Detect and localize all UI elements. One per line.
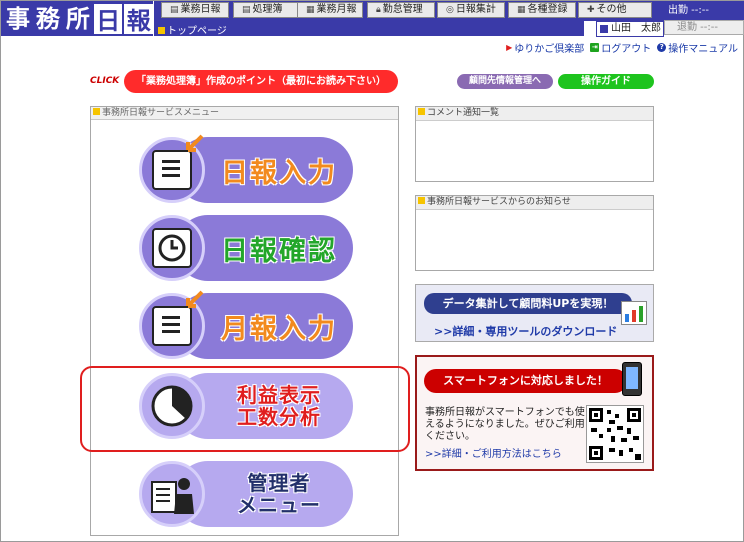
- link-label: ゆりかご倶楽部: [514, 44, 585, 55]
- clock-in-button[interactable]: 出勤 --:--: [654, 2, 742, 19]
- chart-icon: [621, 301, 647, 325]
- admin-user-icon: [151, 478, 194, 514]
- clock-out-label: 退勤 --:--: [677, 22, 718, 33]
- logout-link[interactable]: ⇥ ログアウト: [590, 40, 651, 55]
- panel-title: 事務所日報サービスメニュー: [102, 108, 220, 118]
- logo-char: 日: [93, 3, 123, 35]
- square-bullet-icon: [418, 197, 425, 204]
- menu-icon-circle: [139, 290, 205, 359]
- nav-monthly-report[interactable]: ▦ 業務月報: [297, 2, 363, 18]
- tally-icon: ◎: [446, 5, 454, 15]
- panel-header: 事務所日報サービスメニュー: [91, 107, 398, 120]
- logout-icon: ⇥: [590, 43, 600, 52]
- user-tab: 山田 太郎: [596, 21, 664, 37]
- user-icon: [600, 25, 608, 33]
- logo-char: 所: [65, 4, 90, 33]
- list-icon: ▤: [242, 5, 251, 15]
- menu-label-line2: メニュー: [237, 493, 321, 517]
- daily-report-input-button[interactable]: 日報入力: [139, 134, 353, 203]
- clock-icon: [152, 228, 192, 268]
- client-management-label: 顧問先情報管理へ: [468, 76, 541, 86]
- square-bullet-icon: [158, 27, 165, 34]
- data-banner-title: データ集計して顧問料UPを実現！: [424, 293, 632, 314]
- smartphone-banner: スマートフォンに対応しました！ 事務所日報がスマートフォンでも使えるようになりま…: [415, 355, 654, 471]
- nav-business-report[interactable]: ▤ 業務日報: [161, 2, 229, 18]
- smartphone-details-link[interactable]: >>詳細・ご利用方法はこちら: [425, 445, 562, 460]
- service-menu-panel: 事務所日報サービスメニュー 日報入力 日報確認 月報入力 利益表示 工数分析 管…: [90, 106, 399, 536]
- points-banner[interactable]: 「業務処理簿」作成のポイント（最初にお読み下さい）: [124, 70, 398, 93]
- qr-code-icon: [586, 405, 644, 463]
- nav-label: その他: [596, 4, 627, 15]
- comment-notification-panel: コメント通知一覧: [415, 106, 654, 182]
- daily-report-check-button[interactable]: 日報確認: [139, 215, 353, 281]
- client-management-button[interactable]: 顧問先情報管理へ: [457, 74, 553, 89]
- panel-title: コメント通知一覧: [427, 108, 500, 118]
- square-bullet-icon: [418, 108, 425, 115]
- clock-in-label: 出勤 --:--: [668, 5, 709, 16]
- smartphone-icon: [622, 362, 642, 396]
- nav-report-summary[interactable]: ◎ 日報集計: [437, 2, 505, 18]
- list-icon: ▤: [170, 5, 179, 15]
- logo-char: 務: [35, 4, 60, 33]
- nav-label: 業務日報: [180, 4, 221, 15]
- grid-icon: ▦: [517, 5, 526, 15]
- manual-link[interactable]: ? 操作マニュアル: [657, 40, 738, 55]
- arrow-icon: ▶: [506, 43, 513, 52]
- menu-label: 管理者 メニュー: [209, 461, 349, 527]
- square-bullet-icon: [93, 108, 100, 115]
- operation-guide-label: 操作ガイド: [581, 76, 631, 87]
- calendar-icon: ▦: [306, 5, 315, 15]
- smartphone-description: 事務所日報がスマートフォンでも使えるようになりました。ぜひご利用ください。: [425, 407, 585, 442]
- clock-out-button[interactable]: 退勤 --:--: [664, 20, 744, 35]
- tool-download-link[interactable]: >>詳細・専用ツールのダウンロード: [434, 323, 617, 339]
- utility-links: ▶ ゆりかご倶楽部 ⇥ ログアウト ? 操作マニュアル: [506, 40, 738, 55]
- logo-char: 報: [124, 3, 153, 35]
- nav-label: 各種登録: [527, 4, 568, 15]
- breadcrumb-label: トップページ: [167, 26, 227, 37]
- user-name: 山田 太郎: [611, 23, 661, 34]
- nav-process-book[interactable]: ▤ 処理簿: [233, 2, 301, 18]
- menu-icon-circle: [139, 215, 205, 281]
- nav-attendance[interactable]: 🔒︎ 勤怠管理: [367, 2, 435, 18]
- operation-guide-button[interactable]: 操作ガイド: [558, 74, 654, 89]
- nav-label: 日報集計: [455, 4, 496, 15]
- highlight-outline: [80, 366, 410, 452]
- nav-label: 勤怠管理: [382, 4, 423, 15]
- menu-label: 日報入力: [221, 157, 337, 189]
- menu-icon-circle: [139, 461, 205, 527]
- nav-label: 業務月報: [316, 4, 357, 15]
- click-tag: CLICK: [90, 76, 120, 86]
- panel-header: コメント通知一覧: [416, 107, 653, 121]
- app-logo[interactable]: 事 務 所 日 報: [1, 1, 153, 36]
- link-label: ログアウト: [601, 44, 652, 55]
- nav-registration[interactable]: ▦ 各種登録: [508, 2, 576, 18]
- panel-header: 事務所日報サービスからのお知らせ: [416, 196, 653, 210]
- plus-icon: ✚: [587, 5, 595, 15]
- nav-other[interactable]: ✚ その他: [578, 2, 652, 18]
- help-icon: ?: [657, 43, 667, 52]
- menu-icon-circle: [139, 134, 205, 203]
- points-label: 「業務処理簿」作成のポイント（最初にお読み下さい）: [136, 76, 386, 87]
- breadcrumb: トップページ: [158, 22, 227, 37]
- monthly-report-input-button[interactable]: 月報入力: [139, 290, 353, 359]
- nav-label: 処理簿: [252, 4, 283, 15]
- panel-title: 事務所日報サービスからのお知らせ: [427, 197, 571, 207]
- logo-char: 事: [5, 4, 30, 33]
- service-notice-panel: 事務所日報サービスからのお知らせ: [415, 195, 654, 271]
- cradle-club-link[interactable]: ▶ ゆりかご倶楽部: [506, 40, 584, 55]
- menu-label-line1: 管理者: [247, 471, 311, 495]
- link-label: 操作マニュアル: [668, 44, 738, 55]
- lock-icon: 🔒︎: [376, 5, 381, 15]
- data-aggregation-banner[interactable]: データ集計して顧問料UPを実現！ >>詳細・専用ツールのダウンロード: [415, 284, 654, 342]
- smartphone-banner-title: スマートフォンに対応しました！: [424, 369, 627, 393]
- admin-menu-button[interactable]: 管理者 メニュー: [139, 461, 353, 527]
- menu-label: 日報確認: [221, 235, 337, 267]
- menu-label: 月報入力: [221, 313, 337, 345]
